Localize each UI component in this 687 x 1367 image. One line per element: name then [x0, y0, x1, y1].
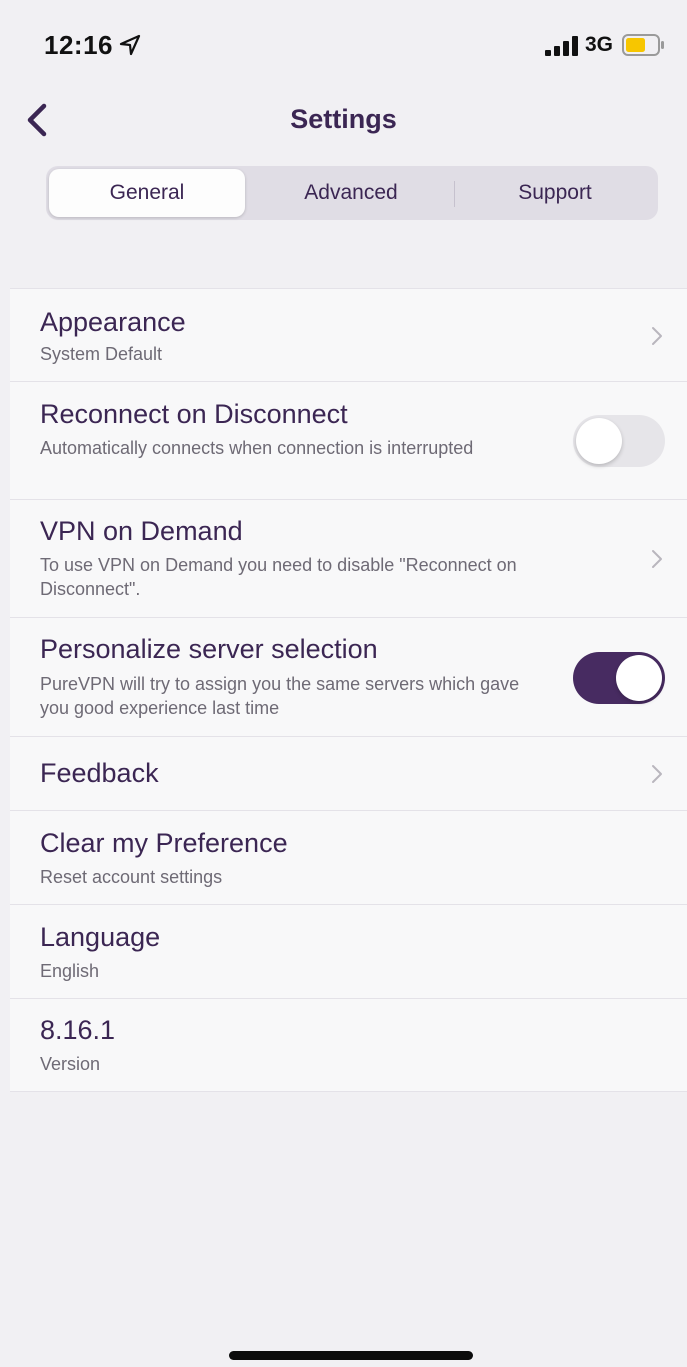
status-time: 12:16 [44, 30, 113, 60]
vpn-on-demand-title: VPN on Demand [40, 516, 243, 546]
feedback-title: Feedback [40, 758, 159, 788]
settings-screen: 12:16 3G Settings General Advanced Suppo… [0, 0, 687, 1367]
page-title: Settings [290, 104, 397, 134]
appearance-row[interactable]: Appearance System Default [10, 289, 687, 382]
settings-list: Appearance System Default Reconnect on D… [10, 288, 687, 1092]
appearance-value: System Default [40, 344, 163, 364]
reconnect-row: Reconnect on Disconnect Automatically co… [10, 382, 687, 500]
clear-preference-title: Clear my Preference [40, 828, 288, 858]
chevron-right-icon [652, 765, 662, 783]
chevron-right-icon [652, 327, 662, 345]
version-label: Version [40, 1054, 101, 1074]
clear-preference-description: Reset account settings [40, 867, 223, 887]
version-row: 8.16.1 Version [10, 999, 687, 1091]
chevron-right-icon [652, 550, 662, 568]
appearance-title: Appearance [40, 307, 186, 337]
language-title: Language [40, 922, 161, 952]
clear-preference-row[interactable]: Clear my Preference Reset account settin… [10, 811, 687, 905]
language-row[interactable]: Language English [10, 905, 687, 999]
battery-icon [622, 34, 664, 56]
location-arrow-icon [119, 34, 141, 56]
personalize-row: Personalize server selection PureVPN wil… [10, 618, 687, 737]
tab-general[interactable]: General [49, 169, 245, 217]
version-number: 8.16.1 [40, 1015, 116, 1045]
tab-divider [454, 181, 455, 207]
personalize-toggle[interactable] [573, 652, 665, 704]
personalize-description: PureVPN will try to assign you the same … [40, 674, 520, 718]
vpn-on-demand-row[interactable]: VPN on Demand To use VPN on Demand you n… [10, 500, 687, 618]
toggle-knob [616, 655, 662, 701]
signal-strength-icon [545, 36, 578, 56]
personalize-title: Personalize server selection [40, 634, 378, 664]
tab-support[interactable]: Support [456, 169, 654, 217]
settings-tabs: General Advanced Support [46, 166, 658, 220]
network-type: 3G [585, 33, 614, 56]
tab-advanced[interactable]: Advanced [251, 169, 451, 217]
language-value: English [40, 961, 100, 981]
home-indicator[interactable] [229, 1351, 473, 1360]
reconnect-toggle[interactable] [573, 415, 665, 467]
feedback-row[interactable]: Feedback [10, 737, 687, 811]
reconnect-title: Reconnect on Disconnect [40, 399, 348, 429]
vpn-on-demand-description: To use VPN on Demand you need to disable… [40, 555, 517, 599]
reconnect-description: Automatically connects when connection i… [40, 438, 474, 458]
toggle-knob [576, 418, 622, 464]
